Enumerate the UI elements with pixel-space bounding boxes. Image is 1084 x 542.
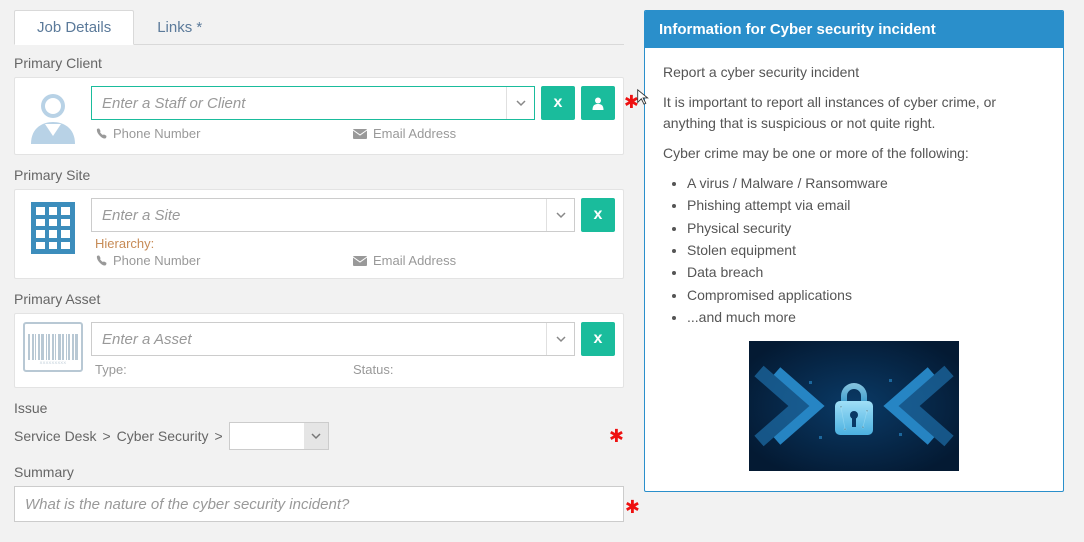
list-item: A virus / Malware / Ransomware: [687, 173, 1045, 193]
issue-select[interactable]: [229, 422, 329, 450]
building-icon: [23, 198, 83, 258]
site-phone-label: Phone Number: [113, 253, 200, 268]
issue-crumb-2: Cyber Security: [117, 428, 209, 444]
site-clear-button[interactable]: x: [581, 198, 615, 232]
list-item: ...and much more: [687, 307, 1045, 327]
info-panel: Information for Cyber security incident …: [644, 10, 1064, 492]
info-p3: Cyber crime may be one or more of the fo…: [663, 143, 1045, 163]
chevron-down-icon: [556, 334, 566, 344]
breadcrumb-sep: >: [102, 428, 110, 444]
client-clear-button[interactable]: x: [541, 86, 575, 120]
site-dropdown-toggle[interactable]: [546, 199, 574, 231]
primary-site-label: Primary Site: [14, 167, 624, 183]
asset-type-label: Type:: [95, 362, 127, 377]
asset-combo[interactable]: [91, 322, 575, 356]
asset-clear-button[interactable]: x: [581, 322, 615, 356]
client-combo[interactable]: [91, 86, 535, 120]
list-item: Data breach: [687, 262, 1045, 282]
mail-icon: [353, 129, 367, 139]
issue-crumb-1: Service Desk: [14, 428, 96, 444]
client-user-button[interactable]: [581, 86, 615, 120]
required-indicator: ✱: [625, 497, 640, 518]
tab-links[interactable]: Links *: [134, 10, 225, 45]
chevron-down-icon: [556, 210, 566, 220]
breadcrumb-sep: >: [214, 428, 222, 444]
list-item: Phishing attempt via email: [687, 195, 1045, 215]
info-p1: Report a cyber security incident: [663, 62, 1045, 82]
client-email-label: Email Address: [373, 126, 456, 141]
site-combo[interactable]: [91, 198, 575, 232]
client-input[interactable]: [92, 95, 506, 112]
phone-icon: [95, 255, 107, 267]
issue-row: Service Desk > Cyber Security > ✱: [14, 422, 624, 450]
asset-dropdown-toggle[interactable]: [546, 323, 574, 355]
site-hierarchy-label: Hierarchy:: [91, 236, 615, 251]
list-item: Stolen equipment: [687, 240, 1045, 260]
asset-input[interactable]: [92, 331, 546, 348]
phone-icon: [95, 128, 107, 140]
summary-label: Summary: [14, 464, 624, 480]
info-list: A virus / Malware / Ransomware Phishing …: [687, 173, 1045, 327]
list-item: Compromised applications: [687, 285, 1045, 305]
cyber-security-image: [663, 341, 1045, 471]
info-p2: It is important to report all instances …: [663, 92, 1045, 133]
summary-input[interactable]: [14, 486, 624, 522]
info-panel-header: Information for Cyber security incident: [645, 11, 1063, 48]
chevron-down-icon: [304, 423, 328, 449]
client-phone-label: Phone Number: [113, 126, 200, 141]
required-indicator: ✱: [609, 426, 624, 447]
primary-client-label: Primary Client: [14, 55, 624, 71]
primary-client-block: x Phone Number: [14, 77, 624, 155]
primary-asset-label: Primary Asset: [14, 291, 624, 307]
primary-asset-block: XXXXXXXXX x Type: Status:: [14, 313, 624, 388]
asset-status-label: Status:: [353, 362, 393, 377]
user-icon: [591, 96, 605, 110]
required-indicator: ✱: [624, 92, 639, 113]
barcode-icon: XXXXXXXXX: [23, 322, 83, 372]
primary-site-block: x Hierarchy: Phone Number Email Add: [14, 189, 624, 279]
mail-icon: [353, 256, 367, 266]
tabs: Job Details Links *: [14, 10, 624, 45]
site-email-label: Email Address: [373, 253, 456, 268]
avatar-icon: [23, 86, 83, 146]
site-input[interactable]: [92, 207, 546, 224]
client-dropdown-toggle[interactable]: [506, 87, 534, 119]
issue-label: Issue: [14, 400, 624, 416]
tab-job-details[interactable]: Job Details: [14, 10, 134, 45]
chevron-down-icon: [516, 98, 526, 108]
list-item: Physical security: [687, 218, 1045, 238]
